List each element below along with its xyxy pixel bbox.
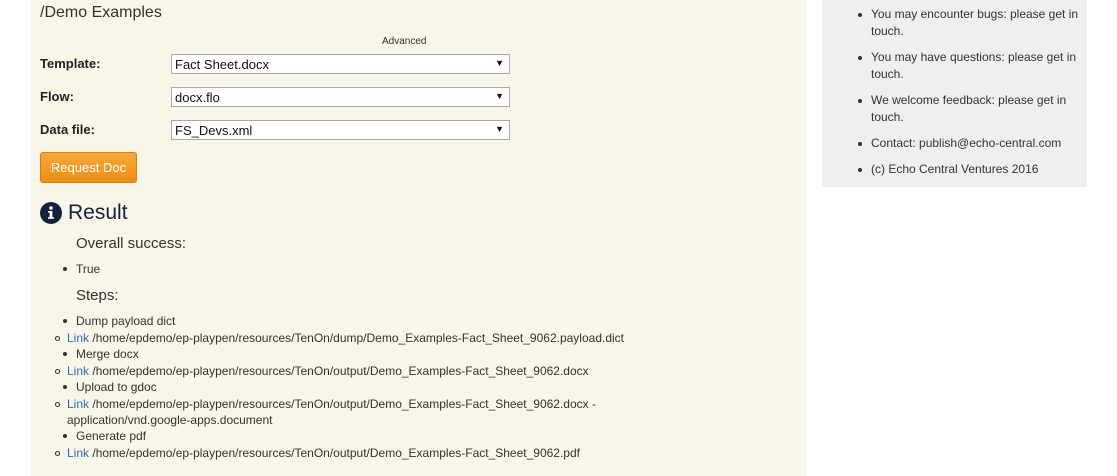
steps-list: Dump payload dict Link /home/epdemo/ep-p… bbox=[55, 313, 627, 461]
flow-select-value: docx.flo bbox=[175, 90, 220, 105]
template-row: Template: Fact Sheet.docx ▼ bbox=[40, 54, 520, 76]
step-path: /home/epdemo/ep-playpen/resources/TenOn/… bbox=[92, 331, 625, 345]
flow-row: Flow: docx.flo ▼ bbox=[40, 87, 520, 109]
template-select-value: Fact Sheet.docx bbox=[175, 57, 269, 72]
step-path: /home/epdemo/ep-playpen/resources/TenOn/… bbox=[67, 397, 596, 427]
overall-success-value: True bbox=[62, 262, 101, 276]
step-name: Upload to gdoc bbox=[76, 380, 157, 394]
step-item: Dump payload dict Link /home/epdemo/ep-p… bbox=[55, 313, 627, 346]
step-item: Merge docx Link /home/epdemo/ep-playpen/… bbox=[55, 346, 627, 379]
data-file-select-value: FS_Devs.xml bbox=[175, 123, 253, 138]
step-name: Merge docx bbox=[76, 347, 139, 361]
overall-success-list: True bbox=[62, 261, 101, 278]
template-label: Template: bbox=[40, 56, 101, 71]
step-item: Generate pdf Link /home/epdemo/ep-plaype… bbox=[55, 428, 627, 461]
step-link-row: Link /home/epdemo/ep-playpen/resources/T… bbox=[31, 363, 627, 379]
main-panel: /Demo Examples Advanced Template: Fact S… bbox=[31, 0, 807, 476]
notice-list: You may encounter bugs: please get in to… bbox=[858, 6, 1081, 187]
step-link[interactable]: Link bbox=[67, 364, 89, 378]
flow-select[interactable]: docx.flo ▼ bbox=[171, 87, 510, 107]
data-file-row: Data file: FS_Devs.xml ▼ bbox=[40, 120, 520, 142]
data-file-select[interactable]: FS_Devs.xml ▼ bbox=[171, 120, 510, 140]
caret-down-icon: ▼ bbox=[495, 124, 504, 134]
info-circle-icon bbox=[40, 202, 62, 224]
request-doc-button[interactable]: Request Doc bbox=[40, 152, 137, 183]
result-title: Result bbox=[68, 201, 128, 224]
overall-success-heading: Overall success: bbox=[76, 235, 187, 252]
caret-down-icon: ▼ bbox=[495, 58, 504, 68]
notice-item: (c) Echo Central Ventures 2016 bbox=[858, 161, 1081, 178]
step-link[interactable]: Link bbox=[67, 446, 89, 460]
notice-item: We welcome feedback: please get in touch… bbox=[858, 92, 1081, 126]
data-file-label: Data file: bbox=[40, 122, 95, 137]
page-title: /Demo Examples bbox=[40, 4, 162, 21]
step-name: Generate pdf bbox=[76, 429, 147, 443]
step-name: Dump payload dict bbox=[76, 314, 176, 328]
advanced-link[interactable]: Advanced bbox=[382, 36, 426, 47]
step-path: /home/epdemo/ep-playpen/resources/TenOn/… bbox=[92, 364, 589, 378]
step-path: /home/epdemo/ep-playpen/resources/TenOn/… bbox=[92, 446, 580, 460]
notice-item: You may have questions: please get in to… bbox=[858, 49, 1081, 83]
step-link[interactable]: Link bbox=[67, 397, 89, 411]
notice-item: You may encounter bugs: please get in to… bbox=[858, 6, 1081, 40]
template-select[interactable]: Fact Sheet.docx ▼ bbox=[171, 54, 510, 74]
step-item: Upload to gdoc Link /home/epdemo/ep-play… bbox=[55, 379, 627, 428]
step-link-row: Link /home/epdemo/ep-playpen/resources/T… bbox=[31, 396, 627, 428]
step-link[interactable]: Link bbox=[67, 331, 89, 345]
notice-sidebar: You may encounter bugs: please get in to… bbox=[822, 0, 1087, 187]
caret-down-icon: ▼ bbox=[495, 91, 504, 101]
step-link-row: Link /home/epdemo/ep-playpen/resources/T… bbox=[31, 330, 627, 346]
notice-item: Contact: publish@echo-central.com bbox=[858, 135, 1081, 152]
flow-label: Flow: bbox=[40, 89, 74, 104]
steps-heading: Steps: bbox=[76, 287, 119, 304]
step-link-row: Link /home/epdemo/ep-playpen/resources/T… bbox=[31, 445, 627, 461]
